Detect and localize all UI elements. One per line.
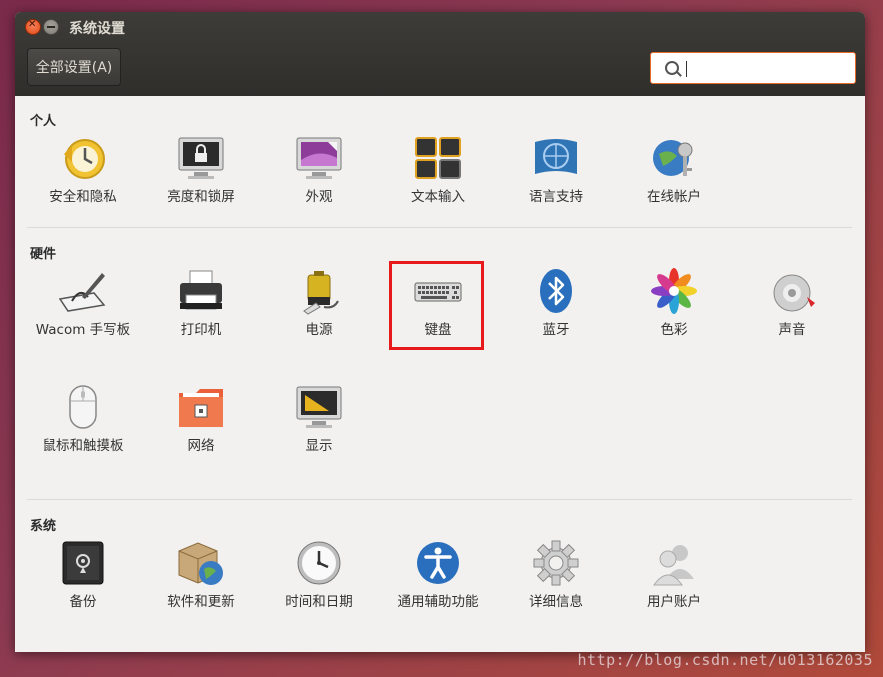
watermark: http://blog.csdn.net/u013162035	[577, 651, 873, 669]
item-label: 色彩	[660, 322, 688, 338]
window-title: 系统设置	[69, 21, 125, 37]
item-label: 声音	[778, 322, 806, 338]
item-label: 蓝牙	[542, 322, 570, 338]
settings-item-backup[interactable]: 备份	[28, 539, 138, 614]
settings-item-details[interactable]: 详细信息	[501, 539, 611, 614]
settings-item-appearance[interactable]: 外观	[264, 134, 374, 209]
security-clock-icon	[58, 134, 108, 182]
settings-item-time-date[interactable]: 时间和日期	[264, 539, 374, 614]
item-label: 详细信息	[529, 594, 583, 610]
settings-item-color[interactable]: 色彩	[619, 267, 729, 342]
settings-item-printer[interactable]: 打印机	[146, 267, 256, 342]
keyboard-highlight-box	[389, 261, 484, 350]
settings-item-language[interactable]: 语言支持	[501, 134, 611, 209]
color-icon	[649, 267, 699, 315]
accessibility-icon	[413, 539, 463, 587]
language-icon	[531, 134, 581, 182]
online-accounts-icon	[649, 134, 699, 182]
titlebar: 系统设置 全部设置(A)	[15, 12, 865, 96]
display-icon	[294, 383, 344, 431]
item-label: Wacom 手写板	[35, 322, 131, 338]
gear-icon	[531, 539, 581, 587]
settings-item-user-accounts[interactable]: 用户账户	[619, 539, 729, 614]
settings-item-online-accounts[interactable]: 在线帐户	[619, 134, 729, 209]
settings-item-sound[interactable]: 声音	[737, 267, 847, 342]
section-divider	[27, 227, 852, 228]
settings-item-accessibility[interactable]: 通用辅助功能	[383, 539, 493, 614]
search-icon	[665, 61, 679, 75]
item-label: 网络	[187, 438, 215, 454]
settings-item-wacom-tablet[interactable]: Wacom 手写板	[28, 267, 138, 342]
item-label: 语言支持	[529, 189, 583, 205]
settings-item-security-privacy[interactable]: 安全和隐私	[28, 134, 138, 209]
settings-item-power[interactable]: 电源	[264, 267, 374, 342]
item-label: 鼠标和触摸板	[42, 438, 124, 454]
settings-item-bluetooth[interactable]: 蓝牙	[501, 267, 611, 342]
settings-item-mouse-touchpad[interactable]: 鼠标和触摸板	[28, 383, 138, 458]
item-label: 通用辅助功能	[397, 594, 479, 610]
item-label: 时间和日期	[285, 594, 353, 610]
software-updates-icon	[176, 539, 226, 587]
backup-safe-icon	[58, 539, 108, 587]
settings-item-brightness-lock[interactable]: 亮度和锁屏	[146, 134, 256, 209]
item-label: 亮度和锁屏	[167, 189, 235, 205]
power-battery-icon	[294, 267, 344, 315]
item-label: 外观	[305, 189, 333, 205]
minimize-button[interactable]	[43, 19, 59, 35]
all-settings-button[interactable]: 全部设置(A)	[27, 48, 121, 86]
clock-icon	[294, 539, 344, 587]
item-label: 打印机	[180, 322, 222, 338]
mouse-icon	[58, 383, 108, 431]
item-label: 在线帐户	[647, 189, 701, 205]
bluetooth-icon	[531, 267, 581, 315]
settings-item-text-entry[interactable]: 文本输入	[383, 134, 493, 209]
brightness-lock-icon	[176, 134, 226, 182]
network-icon	[176, 383, 226, 431]
section-title-hardware: 硬件	[30, 247, 57, 262]
appearance-icon	[294, 134, 344, 182]
settings-item-software-updates[interactable]: 软件和更新	[146, 539, 256, 614]
item-label: 电源	[305, 322, 333, 338]
section-title-system: 系统	[30, 519, 57, 534]
item-label: 显示	[305, 438, 333, 454]
settings-item-display[interactable]: 显示	[264, 383, 374, 458]
text-entry-icon	[413, 134, 463, 182]
section-divider	[27, 499, 852, 500]
item-label: 用户账户	[647, 594, 701, 610]
settings-item-network[interactable]: 网络	[146, 383, 256, 458]
sound-icon	[767, 267, 817, 315]
item-label: 备份	[69, 594, 97, 610]
item-label: 文本输入	[411, 189, 465, 205]
text-cursor	[686, 61, 687, 77]
item-label: 安全和隐私	[49, 189, 117, 205]
settings-window: 系统设置 全部设置(A) 个人 安全和隐私 亮度和锁屏 外观 文本输入	[15, 12, 865, 652]
close-button[interactable]	[25, 19, 41, 35]
section-title-personal: 个人	[30, 114, 57, 129]
search-box[interactable]	[650, 52, 856, 84]
item-label: 软件和更新	[167, 594, 235, 610]
printer-icon	[176, 267, 226, 315]
search-input[interactable]	[685, 57, 849, 81]
wacom-tablet-icon	[58, 267, 108, 315]
user-accounts-icon	[649, 539, 699, 587]
